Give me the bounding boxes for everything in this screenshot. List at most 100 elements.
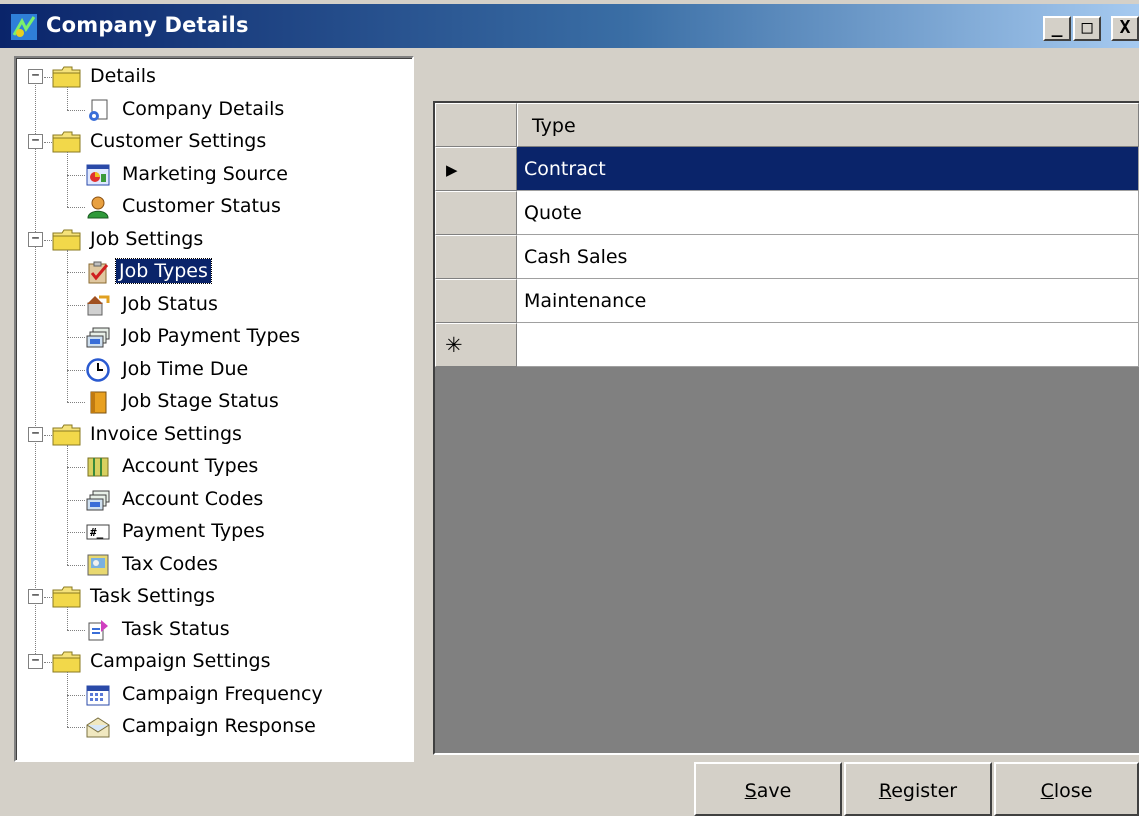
tree-connector: [44, 142, 52, 143]
tree-item-job-stage-status[interactable]: Job Stage Status: [16, 386, 412, 418]
collapse-toggle[interactable]: −: [28, 654, 43, 669]
row-header[interactable]: [435, 279, 517, 323]
row-header[interactable]: ▶: [435, 147, 517, 191]
tree-connector: [67, 109, 85, 111]
tree-connector: [67, 629, 85, 631]
row-header[interactable]: [435, 191, 517, 235]
new-type-cell[interactable]: [517, 323, 1139, 367]
window-title: Company Details: [46, 13, 249, 37]
tree-item-job-payment-types[interactable]: Job Payment Types: [16, 321, 412, 353]
tree-connector: [67, 337, 85, 338]
tree-item-job-time-due[interactable]: Job Time Due: [16, 354, 412, 386]
tree-item-label: Tax Codes: [122, 552, 218, 575]
tree-group-label: Job Settings: [90, 227, 204, 250]
register-button[interactable]: Register: [844, 762, 992, 816]
tree-item-label: Customer Status: [122, 195, 281, 217]
tree-item-payment-types[interactable]: #_ Payment Types: [16, 516, 412, 548]
folder-icon: [52, 586, 82, 608]
folder-icon: [52, 229, 82, 251]
title-bar[interactable]: Company Details _ □ X: [0, 0, 1139, 48]
table-row[interactable]: Cash Sales: [435, 235, 1139, 279]
tree-item-label: Company Details: [122, 97, 285, 120]
type-cell[interactable]: Cash Sales: [517, 235, 1139, 279]
tree-item-label: Payment Types: [122, 520, 265, 542]
tree-group-job-settings[interactable]: − Job Settings: [16, 224, 412, 256]
collapse-toggle[interactable]: −: [28, 69, 43, 84]
tree-group-label: Task Settings: [90, 585, 215, 607]
type-column-label: Type: [532, 115, 576, 137]
maximize-button[interactable]: □: [1073, 16, 1101, 41]
tree-item-job-types[interactable]: Job Types: [16, 256, 412, 288]
tree-item-job-status[interactable]: Job Status: [16, 289, 412, 321]
tree-item-label: Campaign Response: [122, 715, 316, 737]
save-label: ave: [756, 780, 792, 802]
table-row[interactable]: Maintenance: [435, 279, 1139, 323]
svg-text:#_: #_: [90, 526, 104, 539]
clock-icon: [86, 357, 110, 382]
tree-group-label: Customer Settings: [90, 130, 267, 152]
collapse-toggle[interactable]: −: [28, 134, 43, 149]
tree-group-invoice-settings[interactable]: − Invoice Settings: [16, 419, 412, 451]
tree-group-label: Campaign Settings: [90, 650, 271, 672]
tree-item-task-status[interactable]: Task Status: [16, 614, 412, 646]
tree-connector: [67, 174, 85, 176]
minimize-button[interactable]: _: [1043, 16, 1071, 41]
register-label: egister: [891, 780, 958, 802]
tree-group-task-settings[interactable]: − Task Settings: [16, 581, 412, 613]
tree-connector: [67, 727, 85, 728]
tree-item-account-types[interactable]: Account Types: [16, 451, 412, 483]
tree-item-tax-codes[interactable]: Tax Codes: [16, 549, 412, 581]
document-gear-icon: [86, 98, 110, 122]
tree-item-company-details[interactable]: Company Details: [16, 94, 412, 126]
collapse-toggle[interactable]: −: [28, 426, 43, 442]
table-row[interactable]: ▶ Contract: [435, 147, 1139, 191]
tree-item-account-codes[interactable]: Account Codes: [16, 484, 412, 516]
type-cell[interactable]: Quote: [517, 191, 1139, 235]
folder-icon: [52, 131, 82, 153]
tax-card-icon: [86, 553, 110, 577]
type-cell-text: Quote: [524, 202, 582, 224]
tree-group-customer-settings[interactable]: − Customer Settings: [16, 126, 412, 158]
types-grid[interactable]: Type ▶ Contract Quote Cash Sales Maintenance…: [433, 101, 1139, 755]
folder-icon: [52, 66, 82, 88]
tree-connector: [44, 77, 52, 78]
type-cell[interactable]: Maintenance: [517, 279, 1139, 323]
type-cell[interactable]: Contract: [517, 147, 1139, 191]
tree-item-label: Campaign Frequency: [122, 682, 323, 705]
tree-connector: [67, 207, 85, 208]
row-header[interactable]: [435, 235, 517, 279]
settings-tree[interactable]: − Details Company Details − Customer Setting…: [14, 56, 414, 762]
table-row[interactable]: Quote: [435, 191, 1139, 235]
tree-branch-line: [67, 249, 68, 402]
tree-item-label: Marketing Source: [122, 162, 288, 185]
new-row[interactable]: ✳: [435, 323, 1139, 367]
tree-connector: [67, 272, 85, 273]
tree-item-marketing-source[interactable]: Marketing Source: [16, 159, 412, 191]
tree-item-campaign-frequency[interactable]: Campaign Frequency: [16, 679, 412, 711]
save-button[interactable]: Save: [694, 762, 842, 816]
folder-icon: [52, 651, 82, 673]
ledger-icon: [86, 455, 110, 479]
tree-branch-line: [67, 152, 68, 207]
row-header[interactable]: ✳: [435, 323, 517, 367]
tree-connector: [67, 304, 85, 306]
tree-group-details[interactable]: − Details: [16, 61, 412, 93]
collapse-toggle[interactable]: −: [28, 589, 43, 604]
tree-connector: [67, 402, 85, 403]
tree-item-campaign-response[interactable]: Campaign Response: [16, 711, 412, 743]
close-button[interactable]: Close: [994, 762, 1139, 816]
tree-group-label: Details: [90, 65, 156, 87]
tree-item-customer-status[interactable]: Customer Status: [16, 191, 412, 223]
tree-item-label: Task Status: [122, 617, 230, 640]
tree-branch-line: [67, 87, 68, 110]
collapse-toggle[interactable]: −: [28, 231, 43, 247]
tree-group-campaign-settings[interactable]: − Campaign Settings: [16, 646, 412, 678]
tree-item-label: Job Time Due: [122, 357, 249, 380]
tree-item-label: Job Status: [122, 292, 218, 315]
chart-window-icon: [86, 163, 110, 187]
type-column-header[interactable]: Type: [517, 103, 1139, 147]
tree-connector: [44, 597, 52, 598]
close-window-button[interactable]: X: [1111, 16, 1139, 41]
tree-item-label: Job Payment Types: [122, 325, 301, 347]
hash-field-icon: #_: [86, 520, 110, 544]
